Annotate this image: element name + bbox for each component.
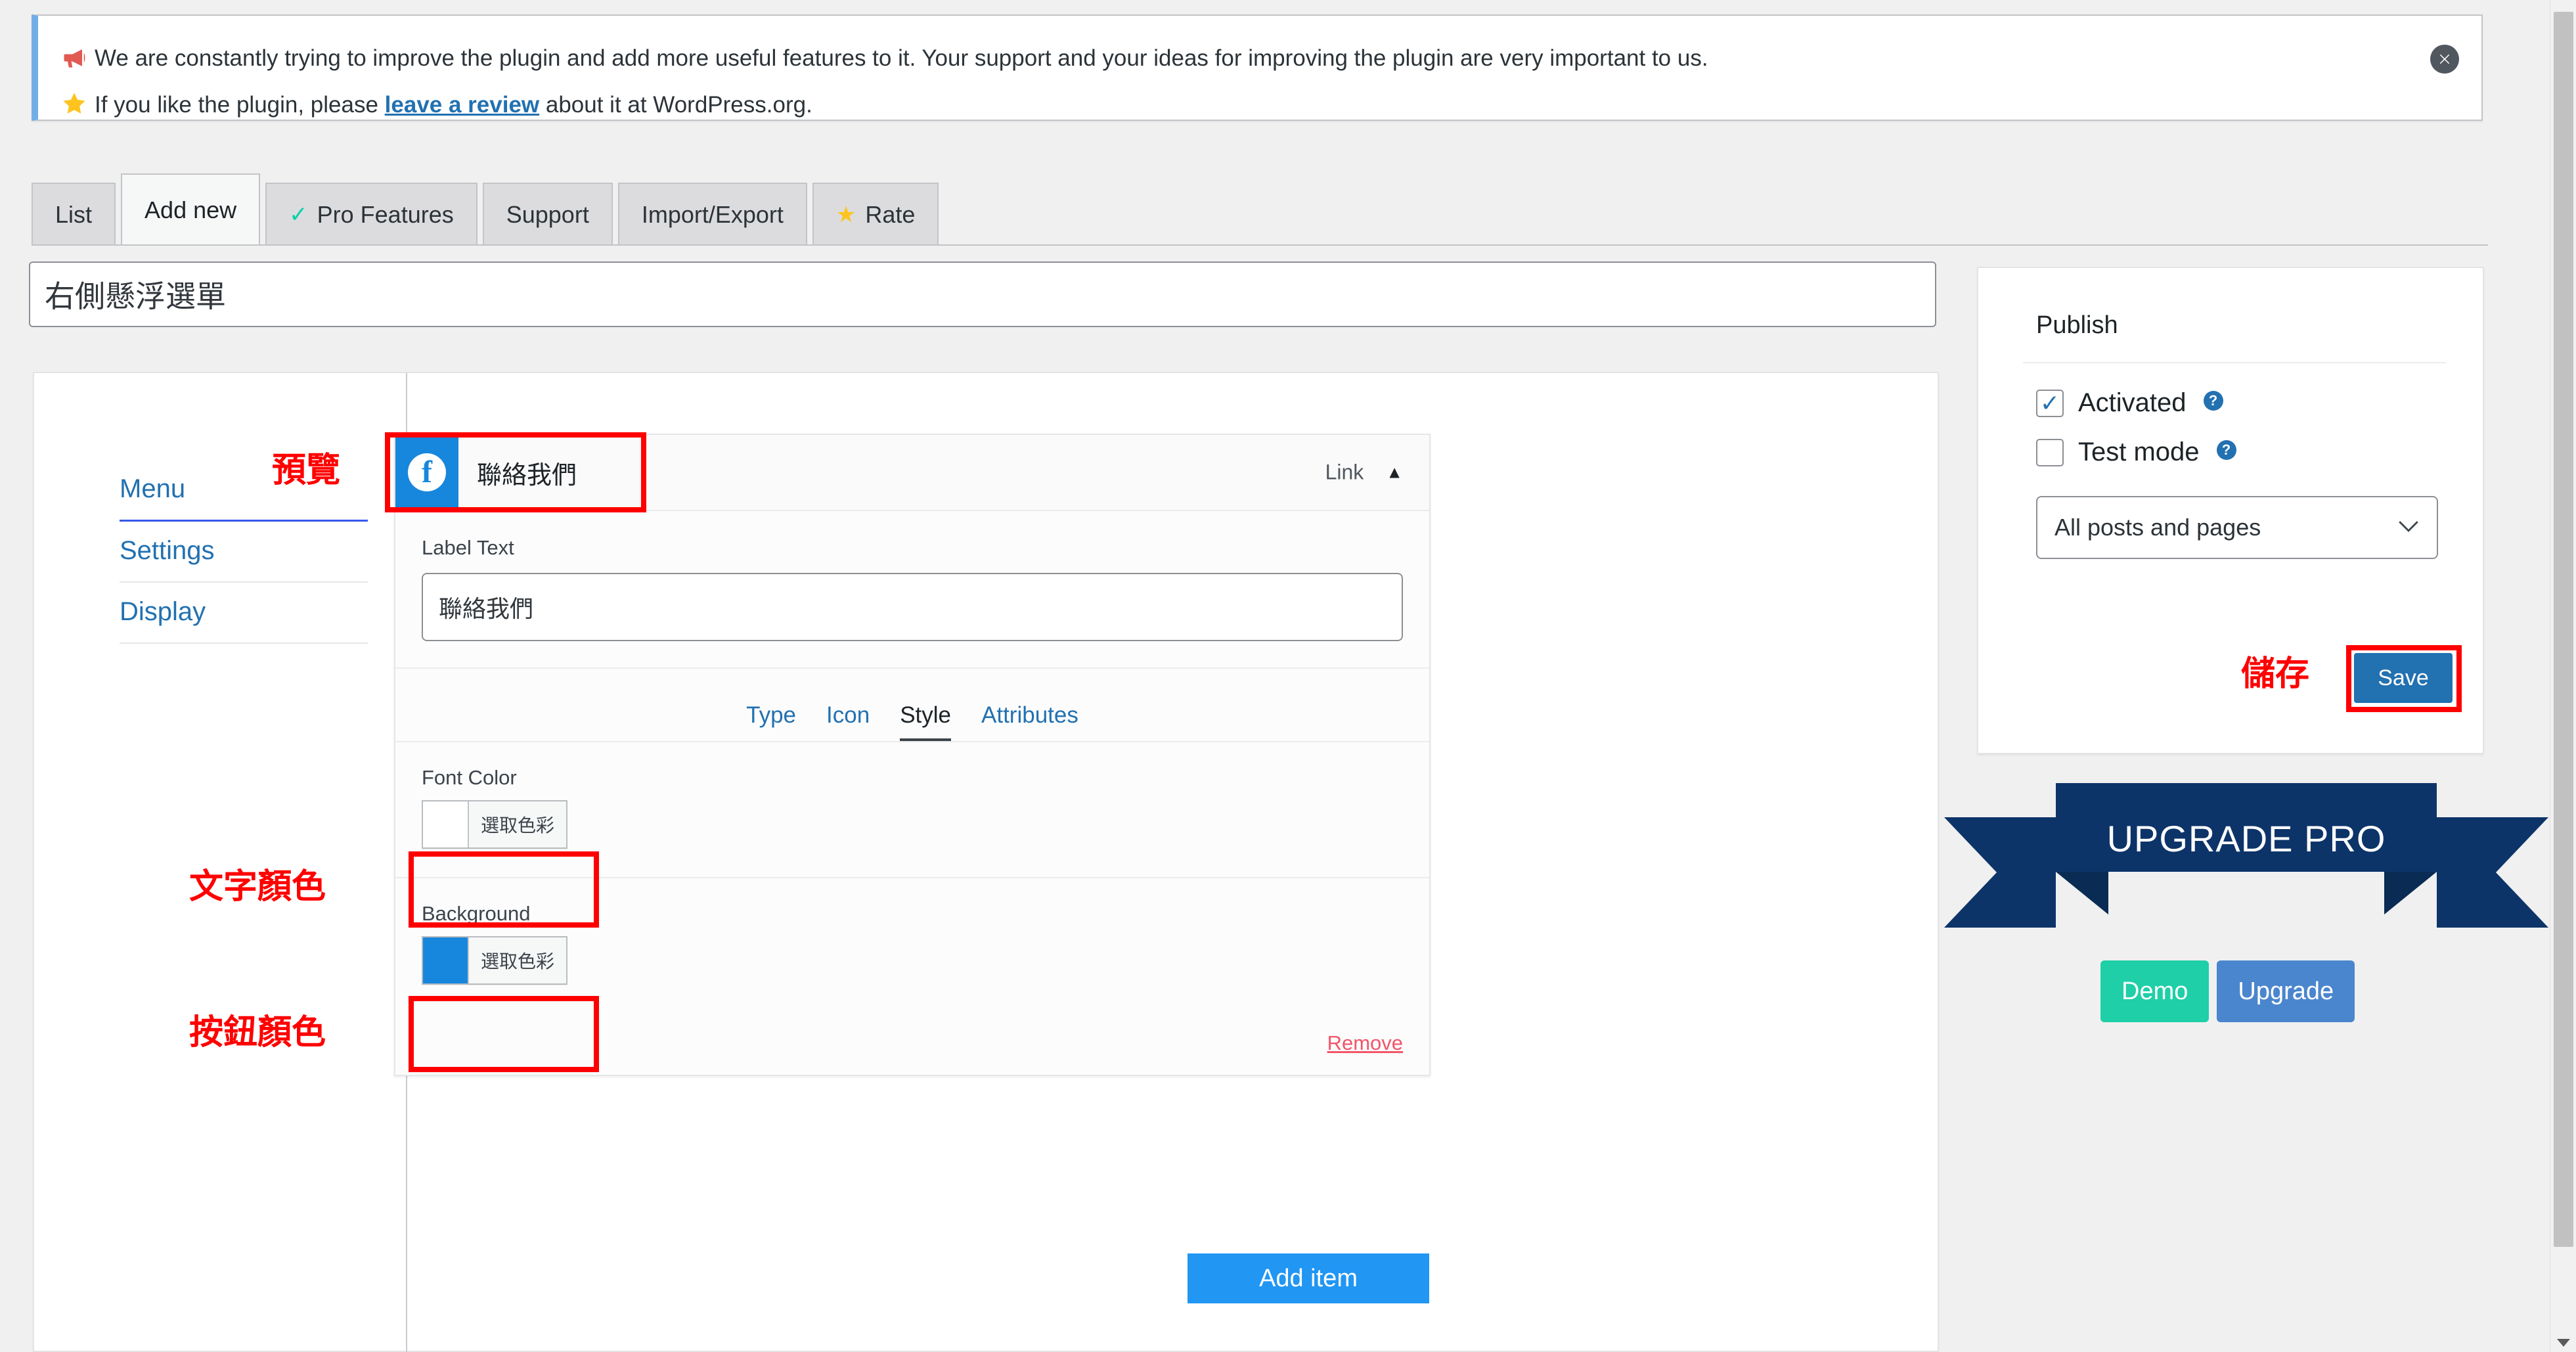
remove-item-link[interactable]: Remove <box>1327 1031 1403 1054</box>
font-color-row: Font Color 選取色彩 <box>395 742 1429 878</box>
annotation-button-color: 按鈕顏色 <box>189 1014 326 1052</box>
sidebar-item-settings[interactable]: Settings <box>120 522 368 583</box>
help-icon[interactable]: ? <box>2216 440 2236 460</box>
font-color-label: Font Color <box>422 766 517 789</box>
background-color-picker[interactable]: 選取色彩 <box>422 936 568 985</box>
star-icon <box>60 90 95 122</box>
upgrade-pro-buttons: Demo Upgrade <box>2100 960 2355 1022</box>
admin-page: We are constantly trying to improve the … <box>0 0 2576 1352</box>
scope-select-value: All posts and pages <box>2054 514 2261 541</box>
sidebar-item-settings-label: Settings <box>120 536 215 565</box>
tab-add-new-label: Add new <box>144 196 237 223</box>
item-subtab-bar: Type Icon Style Attributes <box>395 669 1429 742</box>
chevron-up-icon[interactable]: ▲ <box>1386 462 1403 483</box>
font-color-picker[interactable]: 選取色彩 <box>422 800 568 849</box>
sidebar-item-menu-label: Menu <box>120 474 186 503</box>
subtab-icon-label: Icon <box>826 702 870 728</box>
test-mode-row: Test mode ? <box>1978 438 2483 467</box>
test-mode-checkbox[interactable] <box>2036 438 2064 466</box>
upgrade-pro-ribbon: UPGRADE PRO <box>1944 783 2548 980</box>
leave-a-review-link[interactable]: leave a review <box>385 92 539 118</box>
background-color-swatch[interactable] <box>423 937 469 983</box>
star-icon: ★ <box>835 202 856 227</box>
tab-support[interactable]: Support <box>482 183 613 246</box>
subtab-type-label: Type <box>746 702 797 728</box>
tab-import-export-label: Import/Export <box>641 201 784 228</box>
plugin-tab-bar: List Add new ✓ Pro Features Support Impo… <box>32 172 944 246</box>
megaphone-icon <box>60 43 95 77</box>
chevron-down-icon <box>2397 516 2420 539</box>
notice-line-1: We are constantly trying to improve the … <box>38 16 2481 77</box>
demo-button[interactable]: Demo <box>2100 960 2210 1022</box>
close-icon[interactable] <box>2430 45 2459 74</box>
facebook-icon: f <box>395 436 458 509</box>
menu-item-meta: Link ▲ <box>1325 461 1403 485</box>
check-icon: ✓ <box>2039 389 2060 417</box>
annotation-preview: 預覽 <box>272 451 341 489</box>
tab-import-export[interactable]: Import/Export <box>617 183 807 246</box>
plugin-notice: We are constantly trying to improve the … <box>32 14 2483 121</box>
tab-list-label: List <box>55 201 93 228</box>
label-text-section: Label Text <box>395 511 1429 669</box>
remove-row: Remove <box>395 1013 1429 1075</box>
facebook-icon-glyph: f <box>408 453 446 491</box>
publish-divider <box>2023 362 2446 363</box>
scroll-down-arrow-icon[interactable] <box>2557 1339 2570 1347</box>
publish-title: Publish <box>2036 311 2118 339</box>
background-color-label: Background <box>422 902 531 925</box>
background-color-select-button[interactable]: 選取色彩 <box>469 937 567 983</box>
tab-bar-divider <box>32 244 2488 246</box>
activated-label: Activated <box>2078 388 2187 417</box>
notice-text-2-before: If you like the plugin, please <box>95 92 385 118</box>
subtab-style[interactable]: Style <box>900 704 951 741</box>
activated-row: ✓ Activated ? <box>1978 388 2483 418</box>
subtab-type[interactable]: Type <box>746 704 796 741</box>
font-color-select-button[interactable]: 選取色彩 <box>469 801 567 847</box>
tab-support-label: Support <box>506 201 589 228</box>
notice-text-1: We are constantly trying to improve the … <box>95 45 1708 71</box>
tab-pro-features-label: Pro Features <box>317 201 454 228</box>
menu-item-title: 聯絡我們 <box>477 461 577 489</box>
upgrade-button[interactable]: Upgrade <box>2217 960 2355 1022</box>
help-icon[interactable]: ? <box>2203 391 2223 411</box>
annotation-font-color: 文字顏色 <box>189 868 326 906</box>
check-icon: ✓ <box>289 202 308 227</box>
label-text-label: Label Text <box>422 536 514 559</box>
test-mode-label: Test mode <box>2078 438 2200 466</box>
menu-title-input[interactable] <box>29 261 1936 327</box>
notice-text-2: If you like the plugin, please leave a r… <box>95 90 812 118</box>
menu-item-header[interactable]: f 聯絡我們 Link ▲ <box>395 435 1429 511</box>
subtab-attributes-label: Attributes <box>981 702 1078 728</box>
tab-rate[interactable]: ★ Rate <box>812 183 939 246</box>
annotation-save: 儲存 <box>2241 655 2310 693</box>
menu-item-panel: f 聯絡我們 Link ▲ Label Text Type Icon Style <box>394 434 1431 1076</box>
upgrade-pro-ribbon-text: UPGRADE PRO <box>2106 818 2386 859</box>
add-item-button[interactable]: Add item <box>1188 1253 1429 1303</box>
menu-item-type-label: Link <box>1325 460 1364 484</box>
notice-text-2-after: about it at WordPress.org. <box>539 92 812 118</box>
subtab-icon[interactable]: Icon <box>826 704 870 741</box>
font-color-swatch[interactable] <box>423 801 469 847</box>
tab-pro-features[interactable]: ✓ Pro Features <box>265 183 477 246</box>
tab-add-new[interactable]: Add new <box>121 173 261 246</box>
activated-checkbox[interactable]: ✓ <box>2036 389 2064 417</box>
sidebar-item-display[interactable]: Display <box>120 583 368 644</box>
tab-rate-label: Rate <box>865 201 916 228</box>
save-button[interactable]: Save <box>2354 653 2453 703</box>
subtab-attributes[interactable]: Attributes <box>981 704 1078 741</box>
sidebar-item-display-label: Display <box>120 597 206 626</box>
subtab-style-label: Style <box>900 702 951 728</box>
vertical-scrollbar[interactable] <box>2550 0 2576 1352</box>
notice-line-2: If you like the plugin, please leave a r… <box>38 77 2481 122</box>
scrollbar-thumb[interactable] <box>2554 12 2573 1247</box>
background-color-row: Background 選取色彩 <box>395 878 1429 1013</box>
label-text-input[interactable] <box>422 573 1403 641</box>
tab-list[interactable]: List <box>32 183 116 246</box>
scope-select[interactable]: All posts and pages <box>2036 496 2438 559</box>
